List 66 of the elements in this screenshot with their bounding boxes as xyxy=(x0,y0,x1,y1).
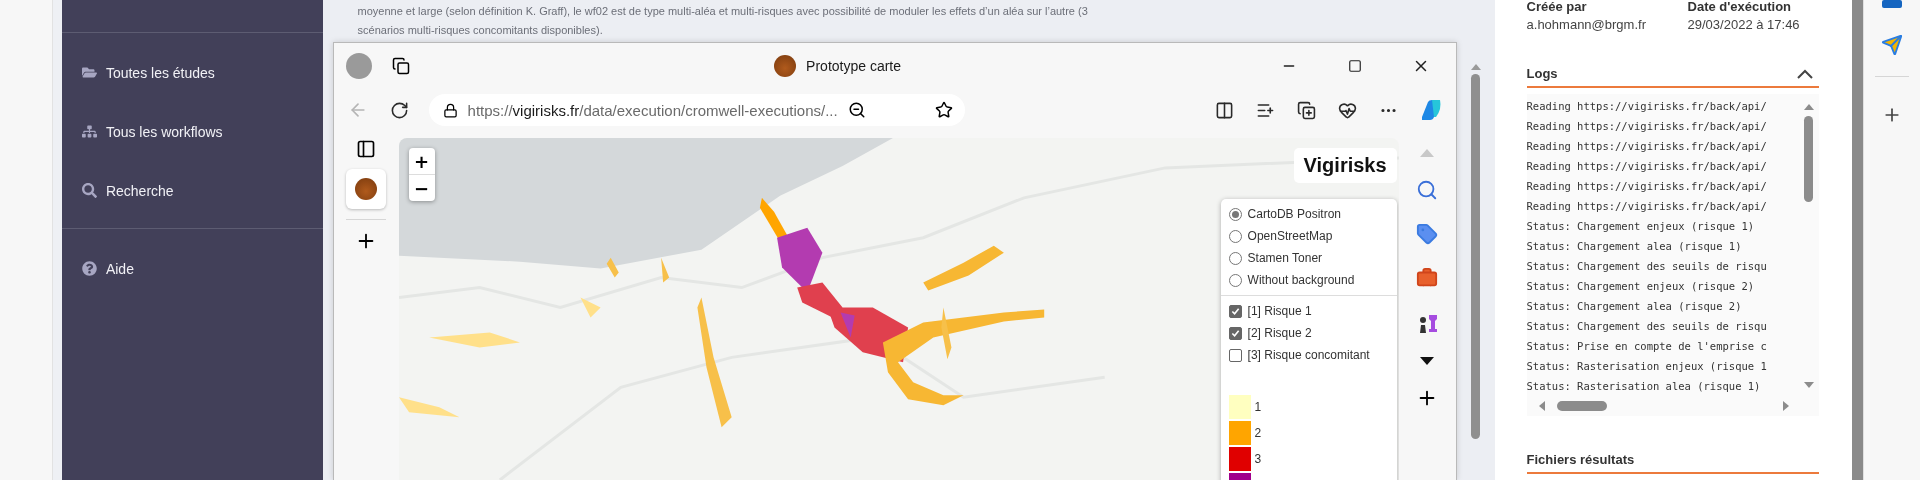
layer-label: [2] Risque 2 xyxy=(1247,326,1312,340)
collapse-caret-icon[interactable] xyxy=(1796,68,1813,79)
log-line: Reading https://vigirisks.fr/back/api/ xyxy=(1526,99,1768,114)
app-icon[interactable] xyxy=(1880,0,1905,10)
send-icon[interactable] xyxy=(1881,34,1904,56)
field-label: Date d'exécution xyxy=(1687,0,1793,14)
sidebar-link[interactable]: Toutes les études xyxy=(61,43,323,102)
zoom-out-icon[interactable] xyxy=(847,101,866,119)
sidebar-link[interactable]: Tous les workflows xyxy=(61,102,323,161)
layer-label: [3] Risque concomitant xyxy=(1247,348,1370,362)
checkbox[interactable] xyxy=(1228,304,1242,318)
window-title: Prototype carte xyxy=(806,58,902,74)
log-line: Reading https://vigirisks.fr/back/api/ xyxy=(1526,119,1768,134)
log-line: Status: Chargement des seuils de risqu xyxy=(1526,259,1768,274)
url-text: https://vigirisks.fr/data/execution/cromwell-executions/... xyxy=(467,101,838,119)
field-value: 29/03/2022 à 17:46 xyxy=(1687,16,1801,34)
lock-icon xyxy=(442,102,458,118)
legend-label: 1 xyxy=(1254,400,1262,414)
favorite-star-icon[interactable] xyxy=(934,101,953,119)
sitemap-icon xyxy=(81,124,100,139)
sidebar-link[interactable]: Recherche xyxy=(61,161,323,220)
zoom-in-button[interactable]: + xyxy=(408,148,435,175)
zoom-out-button[interactable]: − xyxy=(408,175,435,201)
log-line: Status: Chargement des seuils de risqu xyxy=(1526,319,1768,334)
tabs-icon[interactable] xyxy=(391,57,410,75)
layer-label: OpenStreetMap xyxy=(1247,229,1333,243)
sidebar-link[interactable]: Aide xyxy=(61,239,323,298)
scroll-down-icon[interactable] xyxy=(1420,357,1435,365)
legend-label: 2 xyxy=(1254,426,1262,440)
log-line: Reading https://vigirisks.fr/back/api/ xyxy=(1526,139,1768,154)
tag-icon[interactable] xyxy=(1416,223,1439,245)
sidebar-panel-icon[interactable] xyxy=(356,139,377,159)
address-field[interactable]: https://vigirisks.fr/data/execution/cromwell-executions/... xyxy=(428,94,965,126)
map[interactable]: + − Vigirisks CartoDB Positron OpenStreetMap Stamen Toner Without background [1] Risque 1 [2] Risque 2 [3] Risque concomitant 1 2 3 xyxy=(398,138,1399,480)
log-line: Status: Chargement enjeux (risque 1) xyxy=(1526,219,1756,234)
folder-icon xyxy=(81,65,100,80)
layer-label: [1] Risque 1 xyxy=(1247,304,1312,318)
legend-label: 3 xyxy=(1254,452,1262,466)
section-title: Logs xyxy=(1526,66,1558,81)
log-line: Status: Rasterisation alea (risque 1) xyxy=(1526,379,1762,394)
map-title: Vigirisks xyxy=(1293,148,1397,183)
help-icon xyxy=(81,261,100,276)
field-label: Créée par xyxy=(1526,0,1588,14)
maximize-icon[interactable] xyxy=(1347,59,1362,73)
search-icon xyxy=(81,183,100,198)
log-line: Status: Chargement alea (risque 1) xyxy=(1526,239,1743,254)
log-line: Reading https://vigirisks.fr/back/api/ xyxy=(1526,199,1768,214)
log-line: Reading https://vigirisks.fr/back/api/ xyxy=(1526,159,1768,174)
checkbox[interactable] xyxy=(1228,348,1242,362)
tab-button[interactable] xyxy=(346,169,387,209)
log-line: Status: Rasterisation enjeux (risque 1 xyxy=(1526,359,1768,374)
layer-label: CartoDB Positron xyxy=(1247,207,1341,221)
log-line: Status: Prise en compte de l'emprise c xyxy=(1526,339,1768,354)
log-line: Status: Chargement alea (risque 2) xyxy=(1526,299,1743,314)
field-value: a.hohmann@brgm.fr xyxy=(1526,16,1647,34)
section-title: Fichiers résultats xyxy=(1526,452,1635,467)
search-icon[interactable] xyxy=(1416,179,1439,201)
profile-avatar[interactable] xyxy=(345,53,372,79)
site-favicon xyxy=(774,55,797,77)
toolbox-icon[interactable] xyxy=(1416,267,1439,289)
layer-label: Stamen Toner xyxy=(1247,251,1323,265)
layer-label: Without background xyxy=(1247,273,1355,287)
log-line: Reading https://vigirisks.fr/back/api/ xyxy=(1526,179,1768,194)
log-line: Status: Chargement enjeux (risque 2) xyxy=(1526,279,1756,294)
checkbox[interactable] xyxy=(1228,326,1242,340)
description-text: moyenne et large (selon définition K. Graff), le wf02 est de type multi-aléa et multi-risques avec possibilité de moduler les effets d’un aléa sur l’autre (3 scénarios multi-risques concomitants disponibles). xyxy=(356,4,1089,38)
